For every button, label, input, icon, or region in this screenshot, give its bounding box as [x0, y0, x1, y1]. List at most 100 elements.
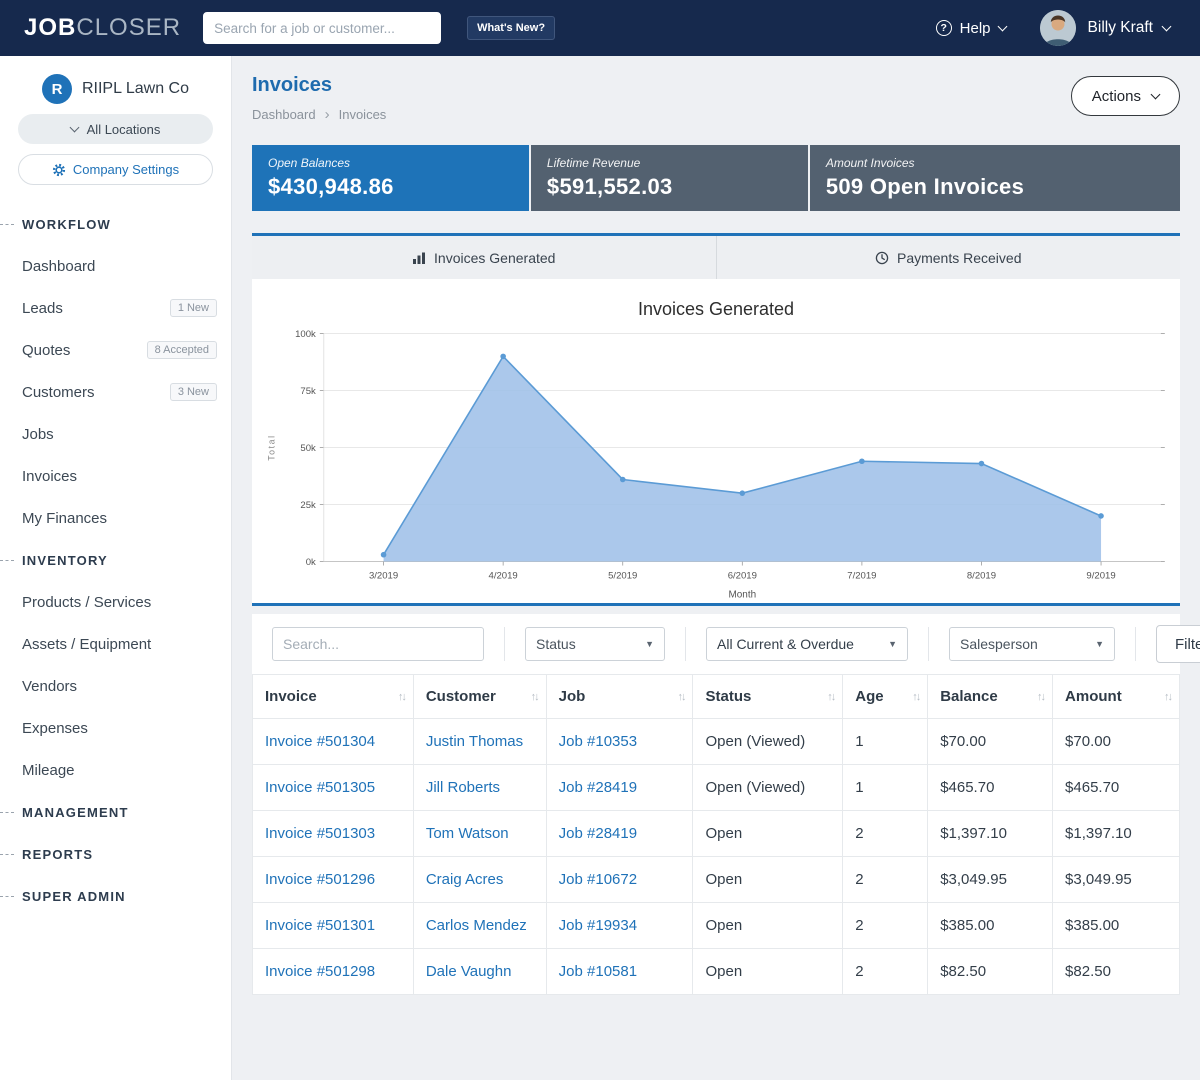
- breadcrumb-separator-icon: ›: [325, 106, 330, 123]
- salesperson-select[interactable]: Salesperson ▼: [949, 627, 1115, 661]
- current-overdue-select[interactable]: All Current & Overdue ▼: [706, 627, 908, 661]
- actions-button[interactable]: Actions: [1071, 76, 1180, 116]
- main-content: Invoices Dashboard › Invoices Actions Op…: [232, 56, 1200, 1080]
- breadcrumb-dashboard[interactable]: Dashboard: [252, 107, 316, 122]
- sidebar-item-label: Quotes: [22, 342, 70, 359]
- amount-cell: $385.00: [1053, 903, 1180, 949]
- all-locations-label: All Locations: [87, 122, 161, 137]
- filter-overdue-group: All Current & Overdue ▼: [686, 627, 929, 661]
- sidebar-item-jobs[interactable]: Jobs: [0, 413, 231, 455]
- chevron-down-icon: [997, 21, 1007, 31]
- status-select-value: Status: [536, 636, 576, 652]
- age-cell: 2: [843, 949, 928, 995]
- user-menu[interactable]: Billy Kraft: [1088, 19, 1170, 37]
- status-cell: Open: [693, 811, 843, 857]
- global-search-input[interactable]: [203, 12, 441, 44]
- column-header-status[interactable]: Status↑↓: [693, 675, 843, 719]
- job-link[interactable]: Job #10353: [559, 733, 637, 750]
- sidebar-item-label: Expenses: [22, 720, 88, 737]
- balance-cell: $82.50: [928, 949, 1053, 995]
- customer-cell: Carlos Mendez: [413, 903, 546, 949]
- invoice-link[interactable]: Invoice #501303: [265, 825, 375, 842]
- sidebar-item-mileage[interactable]: Mileage: [0, 749, 231, 791]
- chevron-down-icon: [69, 122, 79, 132]
- invoice-link[interactable]: Invoice #501296: [265, 871, 375, 888]
- sidebar-item-customers[interactable]: Customers3 New: [0, 371, 231, 413]
- sort-icon: ↑↓: [912, 691, 919, 703]
- job-link[interactable]: Job #19934: [559, 917, 637, 934]
- status-cell: Open: [693, 857, 843, 903]
- customer-link[interactable]: Tom Watson: [426, 825, 509, 842]
- job-link[interactable]: Job #28419: [559, 825, 637, 842]
- sidebar-section-label: MANAGEMENT: [22, 805, 129, 820]
- job-link[interactable]: Job #28419: [559, 779, 637, 796]
- customer-link[interactable]: Craig Acres: [426, 871, 504, 888]
- svg-text:0k: 0k: [306, 557, 316, 568]
- svg-text:25k: 25k: [300, 500, 316, 511]
- sidebar-item-assets-equipment[interactable]: Assets / Equipment: [0, 623, 231, 665]
- invoice-link[interactable]: Invoice #501305: [265, 779, 375, 796]
- select-arrow-icon: ▼: [645, 639, 654, 649]
- age-cell: 1: [843, 719, 928, 765]
- status-select[interactable]: Status ▼: [525, 627, 665, 661]
- job-link[interactable]: Job #10672: [559, 871, 637, 888]
- stat-value: $430,948.86: [268, 174, 513, 200]
- sidebar-item-dashboard[interactable]: Dashboard: [0, 245, 231, 287]
- tab-payments-received[interactable]: Payments Received: [716, 236, 1181, 279]
- all-locations-dropdown[interactable]: All Locations: [18, 114, 213, 144]
- sidebar-item-expenses[interactable]: Expenses: [0, 707, 231, 749]
- actions-label: Actions: [1092, 88, 1141, 105]
- customer-cell: Tom Watson: [413, 811, 546, 857]
- customer-link[interactable]: Justin Thomas: [426, 733, 523, 750]
- column-header-label: Customer: [426, 688, 496, 705]
- sidebar-item-quotes[interactable]: Quotes8 Accepted: [0, 329, 231, 371]
- tab-invoices-generated[interactable]: Invoices Generated: [252, 236, 716, 279]
- column-header-age[interactable]: Age↑↓: [843, 675, 928, 719]
- column-header-amount[interactable]: Amount↑↓: [1053, 675, 1180, 719]
- table-search-input[interactable]: [272, 627, 484, 661]
- customer-link[interactable]: Jill Roberts: [426, 779, 500, 796]
- column-header-job[interactable]: Job↑↓: [546, 675, 693, 719]
- tab-label: Invoices Generated: [434, 250, 555, 266]
- salesperson-select-value: Salesperson: [960, 636, 1038, 652]
- balance-cell: $3,049.95: [928, 857, 1053, 903]
- filter-button[interactable]: Filter: [1156, 625, 1200, 663]
- invoice-link[interactable]: Invoice #501298: [265, 963, 375, 980]
- job-link[interactable]: Job #10581: [559, 963, 637, 980]
- svg-text:4/2019: 4/2019: [489, 570, 518, 581]
- svg-text:6/2019: 6/2019: [728, 570, 757, 581]
- svg-text:5/2019: 5/2019: [608, 570, 637, 581]
- help-icon: ?: [936, 20, 952, 36]
- invoice-cell: Invoice #501298: [253, 949, 414, 995]
- company-settings-button[interactable]: Company Settings: [18, 154, 213, 185]
- chevron-down-icon: [1162, 21, 1172, 31]
- column-header-balance[interactable]: Balance↑↓: [928, 675, 1053, 719]
- customer-link[interactable]: Carlos Mendez: [426, 917, 527, 934]
- sidebar-item-products-services[interactable]: Products / Services: [0, 581, 231, 623]
- sidebar-section-label: INVENTORY: [22, 553, 108, 568]
- filter-search-group: [252, 627, 505, 661]
- column-header-customer[interactable]: Customer ↑↓: [413, 675, 546, 719]
- user-avatar[interactable]: [1040, 10, 1076, 46]
- customer-link[interactable]: Dale Vaughn: [426, 963, 512, 980]
- amount-cell: $1,397.10: [1053, 811, 1180, 857]
- sort-icon: ↑↓: [677, 691, 684, 703]
- sidebar-item-vendors[interactable]: Vendors: [0, 665, 231, 707]
- status-cell: Open: [693, 949, 843, 995]
- breadcrumb: Dashboard › Invoices: [252, 106, 1180, 123]
- invoice-link[interactable]: Invoice #501301: [265, 917, 375, 934]
- sidebar-item-invoices[interactable]: Invoices: [0, 455, 231, 497]
- invoice-link[interactable]: Invoice #501304: [265, 733, 375, 750]
- column-header-invoice[interactable]: Invoice↑↓: [253, 675, 414, 719]
- help-menu[interactable]: ? Help: [936, 20, 1006, 37]
- stat-value: 509 Open Invoices: [826, 174, 1164, 200]
- sidebar-item-my-finances[interactable]: My Finances: [0, 497, 231, 539]
- whats-new-button[interactable]: What's New?: [467, 16, 555, 40]
- sort-icon: ↑↓: [531, 691, 538, 703]
- section-dash-icon: [0, 854, 14, 855]
- sidebar-item-leads[interactable]: Leads1 New: [0, 287, 231, 329]
- status-cell: Open (Viewed): [693, 765, 843, 811]
- app-logo[interactable]: JOBCLOSER: [24, 14, 181, 42]
- company-selector[interactable]: R RIIPL Lawn Co: [0, 74, 231, 104]
- age-cell: 2: [843, 811, 928, 857]
